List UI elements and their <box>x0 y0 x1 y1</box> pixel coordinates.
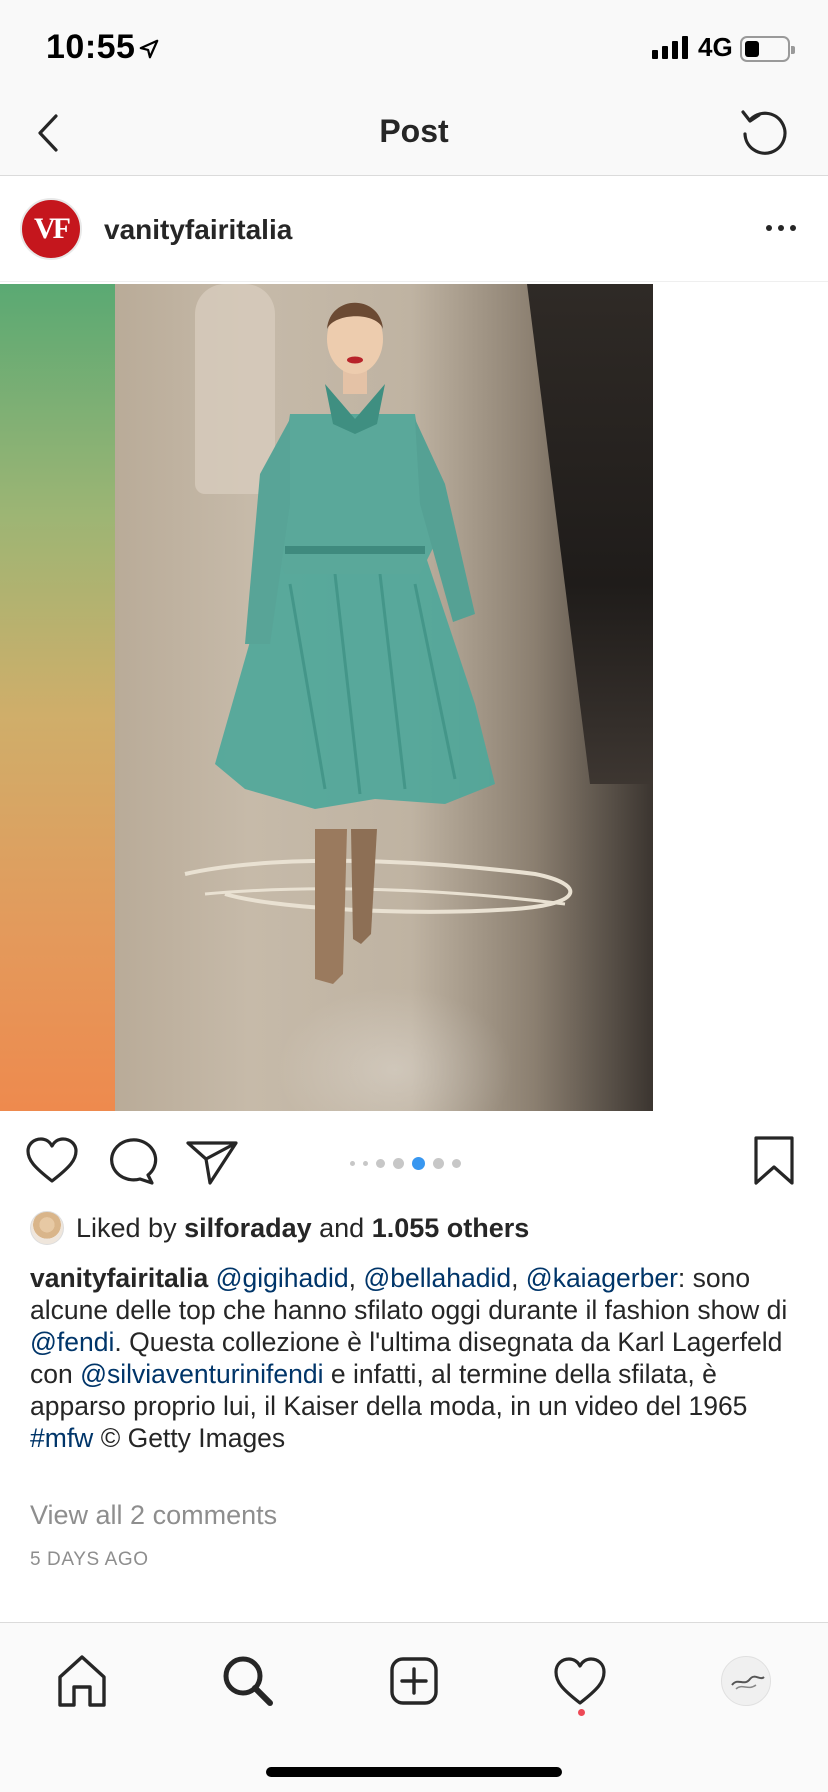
heart-icon[interactable] <box>24 1135 80 1187</box>
more-options-icon[interactable] <box>766 218 806 238</box>
network-type: 4G <box>698 32 733 62</box>
view-all-comments-link[interactable]: View all 2 comments <box>30 1500 277 1531</box>
caption-username[interactable]: vanityfairitalia <box>30 1263 208 1293</box>
post-timestamp: 5 DAYS AGO <box>30 1549 149 1570</box>
add-post-icon[interactable] <box>384 1651 444 1711</box>
comment-icon[interactable] <box>104 1135 160 1187</box>
home-icon[interactable] <box>52 1651 112 1711</box>
battery-icon <box>740 36 795 62</box>
location-arrow-icon <box>139 39 159 59</box>
post-caption: vanityfairitalia @gigihadid, @bellahadid… <box>30 1263 788 1453</box>
mention-link[interactable]: @gigihadid <box>216 1263 349 1293</box>
liker-avatar <box>30 1211 64 1245</box>
carousel-dot-active <box>412 1157 425 1170</box>
notification-dot <box>578 1709 585 1716</box>
mention-link[interactable]: @kaiagerber <box>526 1263 678 1293</box>
paper-plane-icon[interactable] <box>184 1135 240 1187</box>
carousel-dot <box>376 1159 385 1168</box>
status-time: 10:55 <box>46 28 136 66</box>
author-username[interactable]: vanityfairitalia <box>104 214 292 246</box>
nav-header: Post <box>0 96 828 176</box>
hashtag-link[interactable]: #mfw <box>30 1423 93 1453</box>
runway-model-illustration <box>184 302 573 984</box>
avatar-logo-text: VF <box>34 212 71 245</box>
post-photo <box>115 284 653 1111</box>
media-gradient-strip <box>0 284 115 1111</box>
carousel-dot <box>433 1158 444 1169</box>
carousel-dot <box>350 1161 355 1166</box>
likes-summary[interactable]: Liked by silforaday and 1.055 others <box>30 1210 529 1246</box>
post-actions <box>0 1111 828 1211</box>
bookmark-icon[interactable] <box>746 1135 802 1187</box>
carousel-dot <box>363 1161 368 1166</box>
post-media[interactable] <box>0 284 828 1111</box>
refresh-icon[interactable] <box>736 104 792 160</box>
carousel-dot <box>393 1158 404 1169</box>
likes-text: Liked by silforaday and 1.055 others <box>76 1212 530 1243</box>
liker-username[interactable]: silforaday <box>184 1213 312 1243</box>
post-header: VF vanityfairitalia <box>0 176 828 282</box>
tab-bar <box>0 1622 828 1792</box>
search-icon[interactable] <box>218 1651 278 1711</box>
profile-icon[interactable] <box>716 1651 776 1711</box>
status-bar: 10:55 4G <box>0 0 828 96</box>
author-avatar[interactable]: VF <box>20 198 82 260</box>
page-title: Post <box>379 113 449 149</box>
likes-count[interactable]: 1.055 others <box>372 1213 530 1243</box>
profile-avatar <box>721 1656 771 1706</box>
home-indicator <box>266 1767 562 1777</box>
carousel-indicator <box>350 1157 461 1170</box>
mention-link[interactable]: @fendi <box>30 1327 114 1357</box>
carousel-dot <box>452 1159 461 1168</box>
heart-activity-icon[interactable] <box>550 1651 610 1711</box>
mention-link[interactable]: @bellahadid <box>363 1263 511 1293</box>
mention-link[interactable]: @silviaventurinifendi <box>80 1359 323 1389</box>
cellular-signal-icon <box>652 36 688 59</box>
